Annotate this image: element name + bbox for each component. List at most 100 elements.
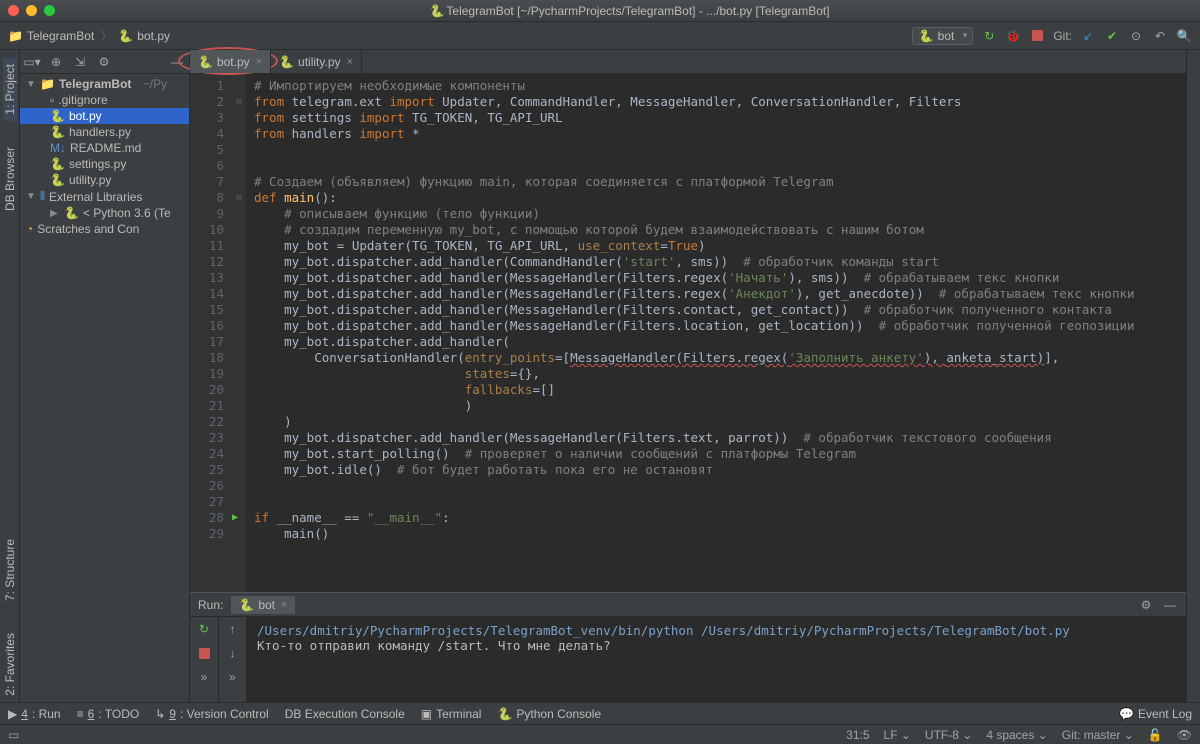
folder-icon: 📁 xyxy=(8,29,23,43)
tree-python-sdk[interactable]: ▶ 🐍 < Python 3.6 (Te xyxy=(20,205,189,221)
window-title: 🐍TelegramBot [~/PycharmProjects/Telegram… xyxy=(67,4,1192,18)
console-line: /Users/dmitriy/PycharmProjects/TelegramB… xyxy=(257,623,1176,638)
breadcrumb[interactable]: 📁 TelegramBot 〉 🐍 bot.py xyxy=(8,27,170,44)
indent-setting[interactable]: 4 spaces ⌄ xyxy=(986,728,1047,742)
right-tool-strip xyxy=(1186,50,1200,702)
close-window-button[interactable] xyxy=(8,5,19,16)
revert-icon[interactable]: ↶ xyxy=(1152,28,1168,44)
up-icon[interactable]: ↑ xyxy=(225,621,241,637)
bottom-tool-bar: ▶ 4: Run ≡ 6: TODO ↳ 9: Version Control … xyxy=(0,702,1200,724)
close-icon[interactable]: × xyxy=(281,599,287,611)
python-file-icon: 🐍 xyxy=(118,29,133,43)
tree-toolbar: ▭▾ ⊕ ⇲ ⚙ — xyxy=(20,50,189,74)
main-toolbar: 📁 TelegramBot 〉 🐍 bot.py 🐍 bot ↻ 🐞 Git: … xyxy=(0,22,1200,50)
git-label: Git: xyxy=(1053,29,1072,43)
more-icon[interactable]: » xyxy=(225,669,241,685)
favorites-tool-tab[interactable]: 2: Favorites xyxy=(3,627,17,702)
tree-scratches[interactable]: ◔ Scratches and Con xyxy=(20,221,189,237)
tree-file-handlers[interactable]: 🐍handlers.py xyxy=(20,124,189,140)
python-file-icon: 🐍 xyxy=(198,55,213,69)
close-icon[interactable]: × xyxy=(347,56,353,68)
vcs-tool-button[interactable]: ↳ 9: Version Control xyxy=(155,707,268,721)
left-tool-strip: 1: Project DB Browser 7: Structure 2: Fa… xyxy=(0,50,20,702)
git-branch[interactable]: Git: master ⌄ xyxy=(1062,728,1134,742)
line-separator[interactable]: LF ⌄ xyxy=(884,728,911,742)
tree-root[interactable]: ▼ 📁 TelegramBot ~/Py xyxy=(20,76,189,92)
collapse-icon[interactable]: ⇲ xyxy=(72,54,88,70)
stop-icon[interactable] xyxy=(196,645,212,661)
minimize-window-button[interactable] xyxy=(26,5,37,16)
settings-gear-icon[interactable]: ⚙ xyxy=(1138,597,1154,613)
tree-file-settings[interactable]: 🐍settings.py xyxy=(20,156,189,172)
tree-file-bot[interactable]: 🐍bot.py xyxy=(20,108,189,124)
stop-icon[interactable] xyxy=(1029,28,1045,44)
window-titlebar: 🐍TelegramBot [~/PycharmProjects/Telegram… xyxy=(0,0,1200,22)
db-console-tool-button[interactable]: DB Execution Console xyxy=(285,707,405,721)
rerun-icon[interactable]: ↻ xyxy=(196,621,212,637)
code-content[interactable]: # Импортируем необходимые компоненты fro… xyxy=(246,74,1186,592)
file-encoding[interactable]: UTF-8 ⌄ xyxy=(925,728,972,742)
more-icon[interactable]: » xyxy=(196,669,212,685)
project-tool-tab[interactable]: 1: Project xyxy=(3,58,17,121)
run-side-tools: ↻ » xyxy=(190,617,218,702)
project-tree-panel: ▭▾ ⊕ ⇲ ⚙ — ▼ 📁 TelegramBot ~/Py ▫.gitign… xyxy=(20,50,190,702)
rerun-icon[interactable]: ↻ xyxy=(981,28,997,44)
tab-utility[interactable]: 🐍 utility.py × xyxy=(271,50,362,73)
structure-tool-tab[interactable]: 7: Structure xyxy=(3,533,17,607)
python-file-icon: 🐍 xyxy=(279,55,294,69)
tree-file-utility[interactable]: 🐍utility.py xyxy=(20,172,189,188)
run-config-selector[interactable]: 🐍 bot xyxy=(912,27,974,45)
python-file-icon: 🐍 xyxy=(50,109,65,123)
todo-icon: ≡ xyxy=(77,707,84,721)
python-file-icon: 🐍 xyxy=(497,707,512,721)
terminal-tool-button[interactable]: ▣ Terminal xyxy=(421,707,482,721)
status-indicator-icon[interactable]: ▭ xyxy=(8,728,19,742)
chevron-right-icon: ▶ xyxy=(50,208,60,219)
python-file-icon: 🐍 xyxy=(919,29,934,43)
commit-icon[interactable]: ✔ xyxy=(1104,28,1120,44)
file-icon: ▫ xyxy=(50,93,54,107)
folder-icon: 📁 xyxy=(40,77,55,91)
hide-icon[interactable]: — xyxy=(169,54,185,70)
python-file-icon: 🐍 xyxy=(64,206,79,220)
run-tab[interactable]: 🐍 bot × xyxy=(231,596,295,614)
locate-icon[interactable]: ⊕ xyxy=(48,54,64,70)
run-label: Run: xyxy=(198,598,223,612)
console-line: Кто-то отправил команду /start. Что мне … xyxy=(257,638,1176,653)
db-browser-tool-tab[interactable]: DB Browser xyxy=(3,141,17,217)
python-console-tool-button[interactable]: 🐍 Python Console xyxy=(497,707,601,721)
debug-icon[interactable]: 🐞 xyxy=(1005,28,1021,44)
readonly-lock-icon[interactable]: 🔓 xyxy=(1148,728,1163,742)
hide-icon[interactable]: — xyxy=(1162,597,1178,613)
event-log-button[interactable]: 💬 Event Log xyxy=(1119,707,1192,721)
down-icon[interactable]: ↓ xyxy=(225,645,241,661)
chevron-right-icon: 〉 xyxy=(100,27,112,44)
run-console[interactable]: /Users/dmitriy/PycharmProjects/TelegramB… xyxy=(246,617,1186,702)
python-file-icon: 🐍 xyxy=(50,157,65,171)
scratches-icon: ◔ xyxy=(26,222,33,236)
tree-file-readme[interactable]: M↓README.md xyxy=(20,140,189,156)
maximize-window-button[interactable] xyxy=(44,5,55,16)
python-file-icon: 🐍 xyxy=(239,598,254,612)
tab-bot[interactable]: 🐍 bot.py × xyxy=(190,50,271,73)
run-tool-button[interactable]: ▶ 4: Run xyxy=(8,707,61,721)
update-project-icon[interactable]: ↙ xyxy=(1080,28,1096,44)
code-editor[interactable]: 1234 5678 9101112 13141516 17181920 2122… xyxy=(190,74,1186,592)
branch-icon: ↳ xyxy=(155,707,165,721)
search-icon[interactable]: 🔍 xyxy=(1176,28,1192,44)
todo-tool-button[interactable]: ≡ 6: TODO xyxy=(77,707,140,721)
python-file-icon: 🐍 xyxy=(50,125,65,139)
inspection-eye-icon[interactable]: 👁 xyxy=(1177,728,1192,742)
run-icon: ▶ xyxy=(8,707,17,721)
close-icon[interactable]: × xyxy=(256,56,262,68)
tree-external-libs[interactable]: ▼ ⫴ External Libraries xyxy=(20,188,189,205)
chevron-down-icon: ▼ xyxy=(26,191,36,202)
tree-root-label: TelegramBot xyxy=(59,77,131,91)
cursor-position[interactable]: 31:5 xyxy=(846,728,869,742)
event-log-icon: 💬 xyxy=(1119,707,1134,721)
project-view-icon[interactable]: ▭▾ xyxy=(24,54,40,70)
settings-gear-icon[interactable]: ⚙ xyxy=(96,54,112,70)
tab-label: utility.py xyxy=(298,55,340,69)
tree-file-gitignore[interactable]: ▫.gitignore xyxy=(20,92,189,108)
history-icon[interactable]: ⊙ xyxy=(1128,28,1144,44)
